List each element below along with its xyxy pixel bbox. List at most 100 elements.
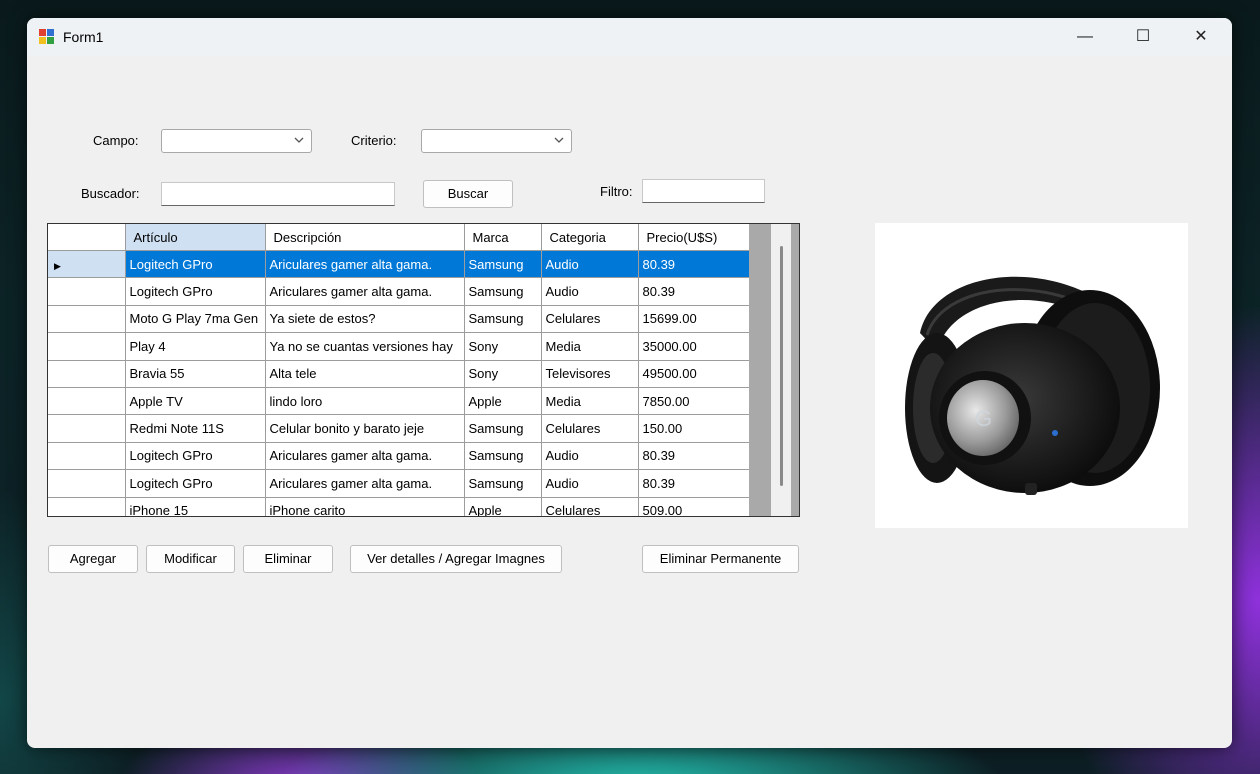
- table-row[interactable]: Bravia 55 Alta tele Sony Televisores 495…: [48, 360, 751, 388]
- minimize-button[interactable]: —: [1056, 18, 1114, 56]
- grid-background: [749, 224, 799, 516]
- cell-articulo[interactable]: Apple TV: [125, 387, 266, 416]
- chevron-down-icon[interactable]: [553, 134, 565, 149]
- maximize-button[interactable]: ☐: [1114, 18, 1172, 56]
- form-window: Form1 — ☐ ✕ Campo: Criterio: Buscador: B…: [27, 18, 1232, 748]
- cell-descripcion[interactable]: lindo loro: [265, 387, 465, 416]
- cell-articulo[interactable]: Moto G Play 7ma Gen: [125, 305, 266, 334]
- table-row[interactable]: Moto G Play 7ma Gen Ya siete de estos? S…: [48, 305, 751, 334]
- agregar-button[interactable]: Agregar: [48, 545, 138, 573]
- cell-categoria[interactable]: Media: [541, 332, 639, 361]
- row-header[interactable]: [48, 387, 126, 416]
- row-header[interactable]: [48, 305, 126, 334]
- campo-combobox[interactable]: [161, 129, 312, 153]
- cell-categoria[interactable]: Audio: [541, 442, 639, 471]
- row-header[interactable]: [48, 442, 126, 471]
- filtro-input[interactable]: [642, 179, 765, 203]
- row-header[interactable]: [48, 414, 126, 443]
- cell-precio[interactable]: 35000.00: [638, 332, 751, 361]
- cell-descripcion[interactable]: Ya siete de estos?: [265, 305, 465, 334]
- criterio-combobox[interactable]: [421, 129, 572, 153]
- table-row[interactable]: Play 4 Ya no se cuantas versiones hay So…: [48, 332, 751, 361]
- cell-categoria[interactable]: Audio: [541, 250, 639, 279]
- cell-marca[interactable]: Sony: [464, 360, 542, 388]
- title-bar[interactable]: Form1 — ☐ ✕: [27, 18, 1232, 56]
- column-header-precio[interactable]: Precio(U$S): [638, 224, 751, 251]
- row-header[interactable]: [48, 332, 126, 361]
- cell-articulo[interactable]: Redmi Note 11S: [125, 414, 266, 443]
- cell-precio[interactable]: 15699.00: [638, 305, 751, 334]
- cell-descripcion[interactable]: Alta tele: [265, 360, 465, 388]
- cell-precio[interactable]: 80.39: [638, 250, 751, 279]
- eliminar-button[interactable]: Eliminar: [243, 545, 333, 573]
- cell-categoria[interactable]: Celulares: [541, 414, 639, 443]
- cell-descripcion[interactable]: Celular bonito y barato jeje: [265, 414, 465, 443]
- cell-descripcion[interactable]: Ya no se cuantas versiones hay: [265, 332, 465, 361]
- cell-marca[interactable]: Sony: [464, 332, 542, 361]
- buscador-input[interactable]: [161, 182, 395, 206]
- scrollbar-thumb[interactable]: [780, 246, 783, 486]
- close-button[interactable]: ✕: [1172, 18, 1230, 56]
- row-header[interactable]: [48, 277, 126, 306]
- cell-marca[interactable]: Apple: [464, 497, 542, 516]
- cell-marca[interactable]: Samsung: [464, 442, 542, 471]
- cell-descripcion[interactable]: Ariculares gamer alta gama.: [265, 277, 465, 306]
- row-header[interactable]: [48, 360, 126, 388]
- cell-categoria[interactable]: Celulares: [541, 497, 639, 516]
- table-row[interactable]: Apple TV lindo loro Apple Media 7850.00: [48, 387, 751, 416]
- cell-marca[interactable]: Samsung: [464, 469, 542, 498]
- table-row[interactable]: Logitech GPro Ariculares gamer alta gama…: [48, 442, 751, 471]
- cell-precio[interactable]: 509.00: [638, 497, 751, 516]
- row-header[interactable]: [48, 469, 126, 498]
- cell-categoria[interactable]: Audio: [541, 277, 639, 306]
- cell-precio[interactable]: 7850.00: [638, 387, 751, 416]
- buscar-button[interactable]: Buscar: [423, 180, 513, 208]
- cell-articulo[interactable]: Logitech GPro: [125, 277, 266, 306]
- cell-categoria[interactable]: Celulares: [541, 305, 639, 334]
- table-row[interactable]: Logitech GPro Ariculares gamer alta gama…: [48, 469, 751, 498]
- cell-articulo[interactable]: iPhone 15: [125, 497, 266, 516]
- cell-precio[interactable]: 49500.00: [638, 360, 751, 388]
- cell-marca[interactable]: Samsung: [464, 414, 542, 443]
- cell-precio[interactable]: 80.39: [638, 442, 751, 471]
- cell-marca[interactable]: Samsung: [464, 305, 542, 334]
- row-header[interactable]: ▶: [48, 250, 126, 279]
- cell-articulo[interactable]: Bravia 55: [125, 360, 266, 388]
- cell-descripcion[interactable]: iPhone carito: [265, 497, 465, 516]
- table-row[interactable]: Redmi Note 11S Celular bonito y barato j…: [48, 414, 751, 443]
- vertical-scrollbar[interactable]: [771, 224, 791, 516]
- cell-descripcion[interactable]: Ariculares gamer alta gama.: [265, 442, 465, 471]
- column-header-descripcion[interactable]: Descripción: [265, 224, 465, 251]
- table-row[interactable]: iPhone 15 iPhone carito Apple Celulares …: [48, 497, 751, 516]
- app-icon: [39, 29, 55, 45]
- articles-table: Artículo Descripción Marca Categoria Pre…: [48, 224, 751, 516]
- eliminar-permanente-button[interactable]: Eliminar Permanente: [642, 545, 799, 573]
- cell-categoria[interactable]: Media: [541, 387, 639, 416]
- modificar-button[interactable]: Modificar: [146, 545, 235, 573]
- product-image: G: [875, 223, 1188, 528]
- ver-detalles-button[interactable]: Ver detalles / Agregar Imagnes: [350, 545, 562, 573]
- table-row[interactable]: Logitech GPro Ariculares gamer alta gama…: [48, 277, 751, 306]
- cell-articulo[interactable]: Logitech GPro: [125, 469, 266, 498]
- row-header[interactable]: [48, 497, 126, 516]
- table-row[interactable]: ▶ Logitech GPro Ariculares gamer alta ga…: [48, 250, 751, 279]
- column-header-marca[interactable]: Marca: [464, 224, 542, 251]
- cell-descripcion[interactable]: Ariculares gamer alta gama.: [265, 469, 465, 498]
- articles-grid[interactable]: Artículo Descripción Marca Categoria Pre…: [47, 223, 800, 517]
- cell-marca[interactable]: Apple: [464, 387, 542, 416]
- cell-precio[interactable]: 150.00: [638, 414, 751, 443]
- cell-precio[interactable]: 80.39: [638, 277, 751, 306]
- cell-descripcion[interactable]: Ariculares gamer alta gama.: [265, 250, 465, 279]
- header-row: Artículo Descripción Marca Categoria Pre…: [48, 224, 751, 251]
- column-header-categoria[interactable]: Categoria: [541, 224, 639, 251]
- column-header-articulo[interactable]: Artículo: [125, 224, 266, 251]
- cell-categoria[interactable]: Televisores: [541, 360, 639, 388]
- cell-categoria[interactable]: Audio: [541, 469, 639, 498]
- cell-articulo[interactable]: Logitech GPro: [125, 250, 266, 279]
- cell-marca[interactable]: Samsung: [464, 250, 542, 279]
- cell-precio[interactable]: 80.39: [638, 469, 751, 498]
- cell-articulo[interactable]: Play 4: [125, 332, 266, 361]
- cell-marca[interactable]: Samsung: [464, 277, 542, 306]
- cell-articulo[interactable]: Logitech GPro: [125, 442, 266, 471]
- chevron-down-icon[interactable]: [293, 134, 305, 149]
